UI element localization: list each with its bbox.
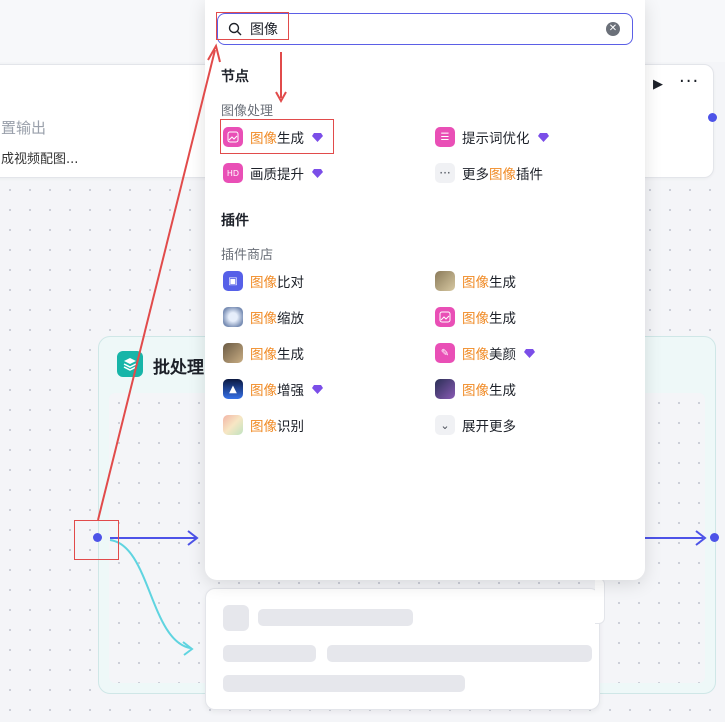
image-gen-icon bbox=[435, 307, 455, 327]
node-item-more-image-plugins[interactable]: ··· 更多 图像 插件 bbox=[435, 162, 543, 184]
node-item-quality-upscale[interactable]: HD 画质提升 bbox=[223, 162, 323, 184]
item-label: 生成 bbox=[489, 383, 516, 399]
item-highlight: 图像 bbox=[250, 419, 277, 435]
skeleton-line bbox=[327, 645, 592, 662]
group-photo-icon bbox=[223, 343, 243, 363]
annotation-box-search bbox=[216, 12, 289, 40]
upstream-node-card[interactable]: 置输出 成视频配图... bbox=[0, 64, 228, 178]
plugin-item-image-beauty[interactable]: ✎ 图像 美颜 bbox=[435, 342, 535, 364]
plugin-item-image-recognize[interactable]: 图像 识别 bbox=[223, 414, 304, 436]
anime-art-icon bbox=[435, 379, 455, 399]
upstream-node-output-label: 置输出 bbox=[1, 119, 47, 137]
loading-skeleton-card bbox=[205, 588, 600, 710]
batch-node-title: 批处理 bbox=[153, 358, 204, 378]
item-label: 画质提升 bbox=[250, 167, 304, 183]
item-prefix: 更多 bbox=[462, 167, 489, 183]
item-highlight: 图像 bbox=[462, 311, 489, 327]
more-dots-icon: ··· bbox=[435, 163, 455, 183]
plugin-item-image-generate-4[interactable]: 图像 生成 bbox=[435, 378, 516, 400]
plugin-item-image-zoom[interactable]: 图像 缩放 bbox=[223, 306, 304, 328]
item-label: 缩放 bbox=[277, 311, 304, 327]
item-highlight: 图像 bbox=[462, 275, 489, 291]
plugin-item-image-generate-1[interactable]: 图像 生成 bbox=[435, 270, 516, 292]
search-input[interactable] bbox=[250, 18, 590, 40]
premium-gem-icon bbox=[312, 168, 323, 178]
premium-gem-icon bbox=[537, 132, 549, 142]
plugin-store-category: 插件商店 bbox=[221, 248, 274, 263]
item-highlight: 图像 bbox=[250, 275, 277, 291]
nodes-section-title: 节点 bbox=[221, 69, 249, 85]
batch-output-port[interactable] bbox=[710, 533, 719, 542]
item-highlight: 图像 bbox=[250, 347, 277, 363]
plugin-item-image-enhance[interactable]: ▲ 图像 增强 bbox=[223, 378, 323, 400]
clear-search-icon[interactable]: ✕ bbox=[606, 22, 620, 36]
plugin-item-image-generate-2[interactable]: 图像 生成 bbox=[435, 306, 516, 328]
cube-icon: ▣ bbox=[223, 271, 243, 291]
item-highlight: 图像 bbox=[250, 311, 277, 327]
item-label: 生成 bbox=[489, 311, 516, 327]
item-label: 插件 bbox=[516, 167, 543, 183]
beauty-brush-icon: ✎ bbox=[435, 343, 455, 363]
premium-gem-icon bbox=[524, 348, 535, 358]
cat-photo-icon bbox=[435, 271, 455, 291]
zoom-lens-icon bbox=[223, 307, 243, 327]
run-icon[interactable]: ▶ bbox=[653, 77, 663, 92]
plugin-item-image-generate-3[interactable]: 图像 生成 bbox=[223, 342, 304, 364]
output-port[interactable] bbox=[708, 113, 717, 122]
chevron-down-icon: ⌄ bbox=[435, 415, 455, 435]
plugins-section-title: 插件 bbox=[221, 213, 249, 229]
item-label: 提示词优化 bbox=[462, 131, 530, 147]
annotation-box-port bbox=[74, 520, 119, 560]
expand-more-label: 展开更多 bbox=[462, 419, 516, 435]
enhance-light-icon: ▲ bbox=[223, 379, 243, 399]
item-label: 生成 bbox=[277, 347, 304, 363]
annotation-box-image-generate bbox=[220, 119, 334, 154]
item-label: 生成 bbox=[489, 275, 516, 291]
prompt-optimize-icon: ☰ bbox=[435, 127, 455, 147]
skeleton-line bbox=[223, 675, 465, 692]
node-search-popup: ✕ 节点 图像处理 图像生成 ☰ 提示词优化 HD 画质提升 ··· 更多图像插… bbox=[205, 0, 645, 580]
item-highlight: 图像 bbox=[489, 167, 516, 183]
image-processing-category: 图像处理 bbox=[221, 104, 274, 119]
hidden-node-edge bbox=[595, 578, 605, 624]
upstream-node-description: 成视频配图... bbox=[1, 152, 79, 167]
skeleton-line bbox=[258, 609, 413, 626]
batch-layers-icon bbox=[117, 351, 143, 377]
item-label: 美颜 bbox=[489, 347, 516, 363]
premium-gem-icon bbox=[312, 384, 323, 394]
plugin-item-image-compare[interactable]: ▣ 图像 比对 bbox=[223, 270, 304, 292]
skeleton-line bbox=[223, 645, 316, 662]
more-options-icon[interactable]: ··· bbox=[679, 71, 699, 92]
recognize-collage-icon bbox=[223, 415, 243, 435]
expand-more-button[interactable]: ⌄ 展开更多 bbox=[435, 414, 516, 436]
quality-upscale-icon: HD bbox=[223, 163, 243, 183]
skeleton-avatar bbox=[223, 605, 249, 631]
item-highlight: 图像 bbox=[462, 347, 489, 363]
item-label: 比对 bbox=[277, 275, 304, 291]
item-label: 识别 bbox=[277, 419, 304, 435]
item-highlight: 图像 bbox=[462, 383, 489, 399]
node-item-prompt-optimize[interactable]: ☰ 提示词优化 bbox=[435, 126, 549, 148]
item-label: 增强 bbox=[277, 383, 304, 399]
item-highlight: 图像 bbox=[250, 383, 277, 399]
